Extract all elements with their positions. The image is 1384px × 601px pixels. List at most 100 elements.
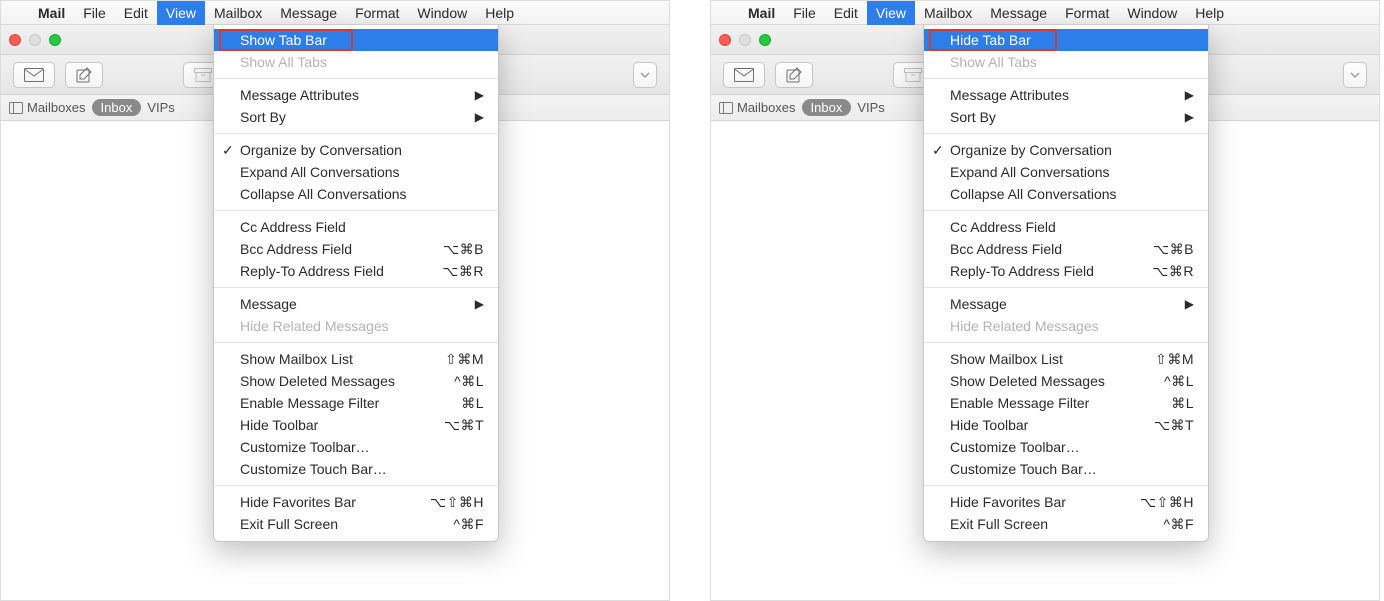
favorites-vips[interactable]: VIPs [147, 100, 174, 115]
menu-item[interactable]: Sort By▶ [214, 106, 498, 128]
toolbar-overflow-button[interactable] [633, 62, 657, 88]
menu-item[interactable]: ✓Organize by Conversation [924, 139, 1208, 161]
menu-item[interactable]: Collapse All Conversations [924, 183, 1208, 205]
menu-item[interactable]: Bcc Address Field ⌥⌘B [924, 238, 1208, 260]
menu-item-shortcut: ⌘L [1171, 395, 1194, 412]
toolbar-overflow-button[interactable] [1343, 62, 1367, 88]
menubar-file[interactable]: File [784, 1, 825, 25]
traffic-lights [9, 34, 61, 46]
close-window-button[interactable] [719, 34, 731, 46]
menu-item[interactable]: Show Deleted Messages^⌘L [924, 370, 1208, 392]
menu-item-shortcut: ⌥⇧⌘H [1140, 494, 1194, 511]
menu-item[interactable]: Reply-To Address Field⌥⌘R [924, 260, 1208, 282]
favorites-vips[interactable]: VIPs [857, 100, 884, 115]
menu-item[interactable]: Bcc Address Field⌥⌘B [214, 238, 498, 260]
get-mail-button[interactable] [13, 62, 55, 88]
menu-item[interactable]: ✓Organize by Conversation [214, 139, 498, 161]
menu-item[interactable]: Customize Touch Bar… [214, 458, 498, 480]
menu-item[interactable]: Customize Toolbar… [214, 436, 498, 458]
menubar-app[interactable]: Mail [29, 1, 74, 25]
menu-item[interactable]: Reply-To Address Field⌥⌘R [214, 260, 498, 282]
menu-item-label: Customize Touch Bar… [950, 461, 1097, 477]
menu-item[interactable]: Hide Favorites Bar ⌥⇧⌘H [924, 491, 1208, 513]
menubar-format[interactable]: Format [346, 1, 408, 25]
menubar: Mail File Edit View Mailbox Message Form… [711, 1, 1379, 25]
favorites-mailboxes-label: Mailboxes [27, 100, 86, 115]
menu-item[interactable]: Show Tab Bar [214, 29, 498, 51]
menu-item-label: Message Attributes [240, 87, 359, 103]
menu-item[interactable]: Collapse All Conversations [214, 183, 498, 205]
menu-item[interactable]: Enable Message Filter⌘L [214, 392, 498, 414]
menubar-edit[interactable]: Edit [115, 1, 157, 25]
menu-item-shortcut: ^⌘L [454, 373, 484, 390]
favorites-inbox[interactable]: Inbox [802, 99, 852, 116]
menu-item[interactable]: Show Deleted Messages^⌘L [214, 370, 498, 392]
menu-item[interactable]: Show Mailbox List⇧⌘M [924, 348, 1208, 370]
menu-item-label: Hide Favorites Bar [950, 494, 1066, 510]
menu-item-label: Reply-To Address Field [950, 263, 1094, 279]
menubar-window[interactable]: Window [1118, 1, 1186, 25]
favorites-inbox[interactable]: Inbox [92, 99, 142, 116]
compose-button[interactable] [775, 62, 813, 88]
menu-separator [924, 287, 1208, 288]
checkmark-icon: ✓ [222, 142, 234, 159]
menubar-view[interactable]: View [157, 1, 205, 25]
menu-item[interactable]: Hide Toolbar⌥⌘T [924, 414, 1208, 436]
favorites-mailboxes[interactable]: Mailboxes [9, 100, 86, 115]
menu-item[interactable]: Cc Address Field [924, 216, 1208, 238]
menu-item[interactable]: Expand All Conversations [214, 161, 498, 183]
view-menu-dropdown: Show Tab Bar Show All Tabs Message Attribu… [213, 25, 499, 542]
menu-item[interactable]: Cc Address Field [214, 216, 498, 238]
zoom-window-button[interactable] [759, 34, 771, 46]
menu-item[interactable]: Expand All Conversations [924, 161, 1208, 183]
menubar-help[interactable]: Help [1186, 1, 1233, 25]
menu-item-label: Customize Toolbar… [240, 439, 370, 455]
favorites-mailboxes[interactable]: Mailboxes [719, 100, 796, 115]
menu-item-shortcut: ⌥⌘B [1153, 241, 1194, 258]
menu-item-label: Sort By [950, 109, 996, 125]
menu-item-label: Show All Tabs [950, 54, 1037, 70]
menu-separator [214, 485, 498, 486]
menubar-window[interactable]: Window [408, 1, 476, 25]
menu-item-label: Bcc Address Field [950, 241, 1062, 257]
menu-item[interactable]: Message▶ [924, 293, 1208, 315]
menu-item[interactable]: Enable Message Filter⌘L [924, 392, 1208, 414]
zoom-window-button[interactable] [49, 34, 61, 46]
menu-item-label: Customize Touch Bar… [240, 461, 387, 477]
menubar-view[interactable]: View [867, 1, 915, 25]
menu-item-label: Hide Related Messages [240, 318, 389, 334]
menubar-message[interactable]: Message [271, 1, 346, 25]
menu-item-label: Show Tab Bar [240, 32, 327, 48]
minimize-window-button[interactable] [29, 34, 41, 46]
get-mail-button[interactable] [723, 62, 765, 88]
menu-item[interactable]: Sort By▶ [924, 106, 1208, 128]
menu-item[interactable]: Message Attributes▶ [214, 84, 498, 106]
menubar-help[interactable]: Help [476, 1, 523, 25]
menu-item-label: Reply-To Address Field [240, 263, 384, 279]
menubar-edit[interactable]: Edit [825, 1, 867, 25]
menu-item[interactable]: Message Attributes▶ [924, 84, 1208, 106]
menubar-mailbox[interactable]: Mailbox [915, 1, 981, 25]
menu-item[interactable]: Message▶ [214, 293, 498, 315]
compose-button[interactable] [65, 62, 103, 88]
menu-item-label: Exit Full Screen [240, 516, 338, 532]
menubar-message[interactable]: Message [981, 1, 1056, 25]
menu-item[interactable]: Hide Tab Bar [924, 29, 1208, 51]
menu-item[interactable]: Exit Full Screen^⌘F [214, 513, 498, 535]
menubar-mailbox[interactable]: Mailbox [205, 1, 271, 25]
menu-separator [214, 210, 498, 211]
close-window-button[interactable] [9, 34, 21, 46]
menu-item[interactable]: Customize Toolbar… [924, 436, 1208, 458]
minimize-window-button[interactable] [739, 34, 751, 46]
menu-item[interactable]: Show Mailbox List⇧⌘M [214, 348, 498, 370]
menu-item[interactable]: Hide Toolbar⌥⌘T [214, 414, 498, 436]
menu-item[interactable]: Exit Full Screen^⌘F [924, 513, 1208, 535]
menu-item-label: Message [950, 296, 1007, 312]
menu-item[interactable]: Hide Favorites Bar⌥⇧⌘H [214, 491, 498, 513]
menubar-file[interactable]: File [74, 1, 115, 25]
menubar-format[interactable]: Format [1056, 1, 1118, 25]
menubar-app[interactable]: Mail [739, 1, 784, 25]
menu-item[interactable]: Customize Touch Bar… [924, 458, 1208, 480]
menu-item-label: Show All Tabs [240, 54, 327, 70]
menu-item-shortcut: ^⌘L [1164, 373, 1194, 390]
